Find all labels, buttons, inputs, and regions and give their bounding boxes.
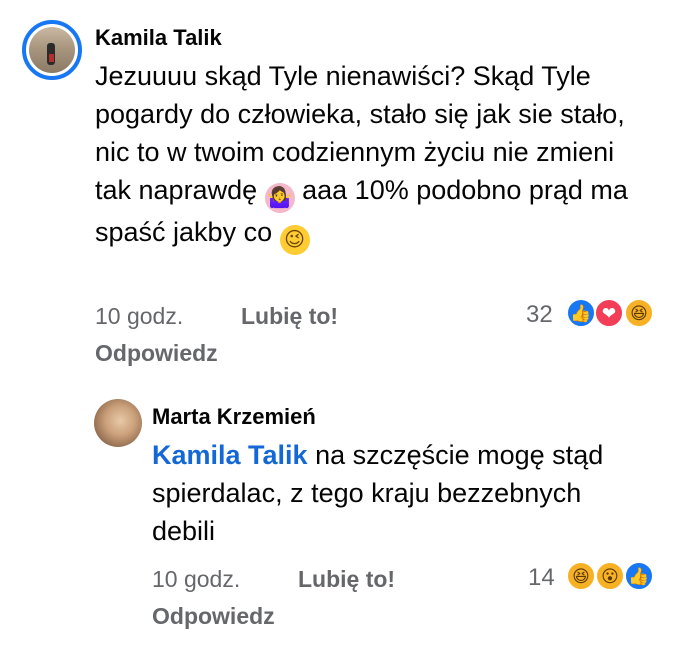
mention-link[interactable]: Kamila Talik — [152, 440, 308, 470]
wow-icon: 😮 — [595, 561, 625, 591]
shrug-emoji-icon: 🤷‍♀️ — [264, 183, 295, 213]
comment-time: 10 godz. — [152, 566, 241, 592]
love-icon: ❤ — [594, 298, 624, 328]
haha-icon: 😆 — [624, 298, 654, 328]
avatar[interactable] — [94, 399, 142, 447]
like-link[interactable]: Lubię to! — [241, 303, 338, 330]
like-icon: 👍 — [566, 298, 596, 328]
comment-author[interactable]: Kamila Talik — [95, 25, 222, 51]
reply-link[interactable]: Odpowiedz — [95, 340, 218, 367]
reaction-count: 32 — [526, 301, 553, 328]
comment-text: Jezuuuu skąd Tyle nienawiści? Skąd Tyle … — [95, 57, 640, 255]
wink-emoji-icon: 😉 — [279, 225, 310, 255]
reply-link[interactable]: Odpowiedz — [152, 603, 275, 630]
like-icon: 👍 — [624, 561, 654, 591]
comment-time: 10 godz. — [95, 303, 184, 329]
like-link[interactable]: Lubię to! — [298, 566, 395, 593]
comment-text: Kamila Talik na szczęście mogę stąd spie… — [152, 440, 604, 546]
avatar[interactable] — [22, 20, 82, 80]
comment-author[interactable]: Marta Krzemień — [152, 404, 316, 430]
haha-icon: 😆 — [566, 561, 596, 591]
reaction-count: 14 — [528, 564, 555, 591]
